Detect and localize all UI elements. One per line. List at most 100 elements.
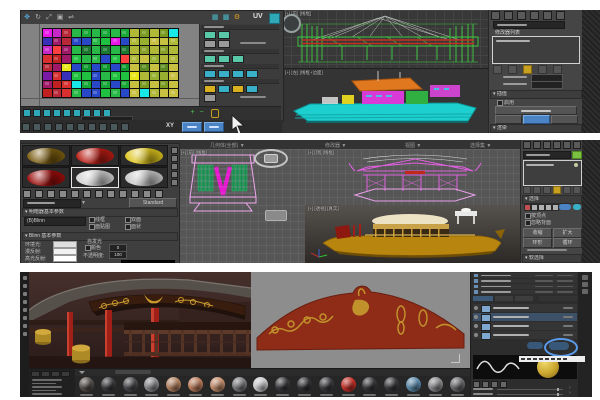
dropdown-arrow-icon[interactable]: ▼ (81, 200, 86, 206)
material-toolbar-icon[interactable] (23, 190, 31, 198)
tab-2[interactable] (495, 296, 513, 301)
viewport-tool-icon[interactable] (23, 284, 27, 288)
shelf-material-thumbnail[interactable] (404, 377, 424, 397)
stack-tool-icon[interactable] (493, 65, 502, 74)
shelf-material-thumbnail[interactable] (251, 377, 271, 397)
viewport-perspective[interactable]: [+] [透视] [真实] (305, 205, 520, 263)
uv-tool-icon[interactable] (23, 109, 31, 117)
viewport-tool-icon[interactable] (23, 316, 27, 320)
shelf-material-thumbnail[interactable] (77, 377, 97, 397)
slider-knob[interactable] (557, 393, 559, 396)
shrink-button[interactable]: 收缩 (523, 228, 552, 238)
tool-icon[interactable] (218, 31, 230, 39)
viewport-left-shaded[interactable]: [+] [左] [线框+边面] (282, 68, 488, 133)
layer-visibility-icon[interactable] (474, 333, 478, 337)
grow-button[interactable]: 扩大 (553, 228, 582, 238)
annotation-target-button[interactable] (264, 154, 278, 163)
specular-color-swatch[interactable] (53, 255, 77, 262)
shelf-search-input[interactable] (115, 370, 151, 374)
uv-tool-icon[interactable] (63, 109, 71, 117)
rollout-interpolation[interactable]: ▾ 插值 (490, 90, 582, 99)
uv-tool-icon[interactable] (43, 109, 51, 117)
shelf-material-thumbnail[interactable] (382, 377, 402, 397)
stack-tool-icon[interactable] (543, 186, 551, 194)
material-toolbar-icon[interactable] (131, 190, 139, 198)
viewport-tool-icon[interactable] (23, 292, 27, 296)
stack-tool-icon[interactable] (563, 186, 571, 194)
viewport-tool-icon[interactable] (23, 300, 27, 304)
subobject-icon[interactable] (545, 204, 552, 211)
rollout-soft-selection[interactable]: ▾ 软选择 (522, 254, 582, 263)
modifier-stack-list[interactable] (492, 36, 580, 64)
shelf-material-thumbnail[interactable] (448, 377, 468, 397)
slider-row[interactable]: › (473, 392, 577, 396)
command-panel-tab[interactable] (523, 141, 531, 149)
subobject-icon[interactable] (524, 204, 531, 211)
material-slot[interactable] (71, 167, 119, 188)
minus-icon[interactable]: − (198, 109, 205, 116)
uv-tool-icon[interactable] (33, 109, 41, 117)
panel-dock-icon[interactable] (582, 282, 588, 287)
uv-tool-icon[interactable] (73, 109, 81, 117)
select-move-icon[interactable]: ✥ (23, 13, 31, 21)
shelf-material-thumbnail[interactable] (208, 377, 228, 397)
uv-options-icon[interactable]: ▩ (222, 13, 230, 21)
material-slot[interactable] (120, 167, 168, 188)
texture-set-row[interactable] (473, 284, 577, 289)
blend-mode-button[interactable] (527, 342, 543, 349)
shelf-filter-arrow-icon[interactable] (79, 371, 85, 374)
tool-icon[interactable] (218, 40, 230, 48)
object-name-field[interactable] (493, 21, 565, 29)
mirror-icon[interactable]: ⇌ (67, 13, 75, 21)
material-toolbar-icon[interactable] (143, 190, 151, 198)
shelf-material-thumbnail[interactable] (186, 377, 206, 397)
modifier-list-label[interactable]: 修改器列表 (495, 29, 520, 36)
tool-icon[interactable] (232, 70, 244, 78)
command-panel-tab[interactable] (543, 11, 552, 20)
chevron-right-icon[interactable]: › (569, 391, 575, 396)
subobject-icon[interactable] (538, 204, 545, 211)
shelf-material-thumbnail[interactable] (339, 377, 359, 397)
shelf-material-thumbnail[interactable] (360, 377, 380, 397)
tool-icon[interactable] (218, 70, 230, 78)
ring-button[interactable]: 环形 (523, 238, 552, 248)
plus-icon[interactable]: + (189, 109, 196, 116)
status-blue-button-1[interactable] (182, 122, 202, 132)
modifier-stack-list[interactable] (523, 160, 582, 186)
tool-icon[interactable] (204, 55, 216, 63)
pill-button-1[interactable] (495, 115, 522, 124)
menu-item-geometry[interactable]: 几何体(全部) ▼ (210, 142, 245, 149)
stack-tool-icon[interactable] (553, 65, 562, 74)
status-icon[interactable] (88, 123, 96, 131)
subobject-mode-button-active[interactable] (559, 204, 571, 210)
stack-tool-icon[interactable] (533, 186, 541, 194)
tool-icon[interactable] (204, 85, 216, 93)
tool-icon[interactable] (204, 31, 216, 39)
command-panel-tab[interactable] (543, 141, 551, 149)
viewport-3d[interactable] (29, 272, 251, 368)
object-color-swatch[interactable] (572, 151, 582, 159)
material-editor-side-icon[interactable] (171, 155, 178, 162)
slider-knob[interactable] (557, 388, 559, 391)
material-toolbar-icon[interactable] (107, 190, 115, 198)
slider-track[interactable] (497, 394, 563, 395)
texture-set-row[interactable] (473, 290, 577, 295)
uv-canvas[interactable] (21, 24, 199, 106)
shader-type-dropdown[interactable]: (B)Blinn (24, 217, 86, 226)
stack-tool-icon[interactable] (538, 65, 547, 74)
material-editor-side-icon[interactable] (171, 163, 178, 170)
uv-tool-icon[interactable] (53, 109, 61, 117)
command-panel-tab[interactable] (553, 141, 561, 149)
subobject-icon[interactable] (552, 204, 559, 211)
material-toolbar-icon[interactable] (47, 190, 55, 198)
viewport-front-wireframe[interactable]: [+] [前] [线框] (282, 10, 488, 68)
command-panel-tab[interactable] (491, 11, 500, 20)
wide-button[interactable] (495, 106, 577, 115)
tool-icon[interactable] (232, 85, 244, 93)
tool-icon[interactable] (246, 70, 258, 78)
material-editor-side-icon[interactable] (171, 147, 178, 154)
visibility-bulb-icon[interactable] (574, 163, 578, 167)
material-editor-side-icon[interactable] (171, 179, 178, 186)
uv-toolbar-end-icon[interactable] (269, 13, 280, 24)
status-icon[interactable] (77, 123, 85, 131)
